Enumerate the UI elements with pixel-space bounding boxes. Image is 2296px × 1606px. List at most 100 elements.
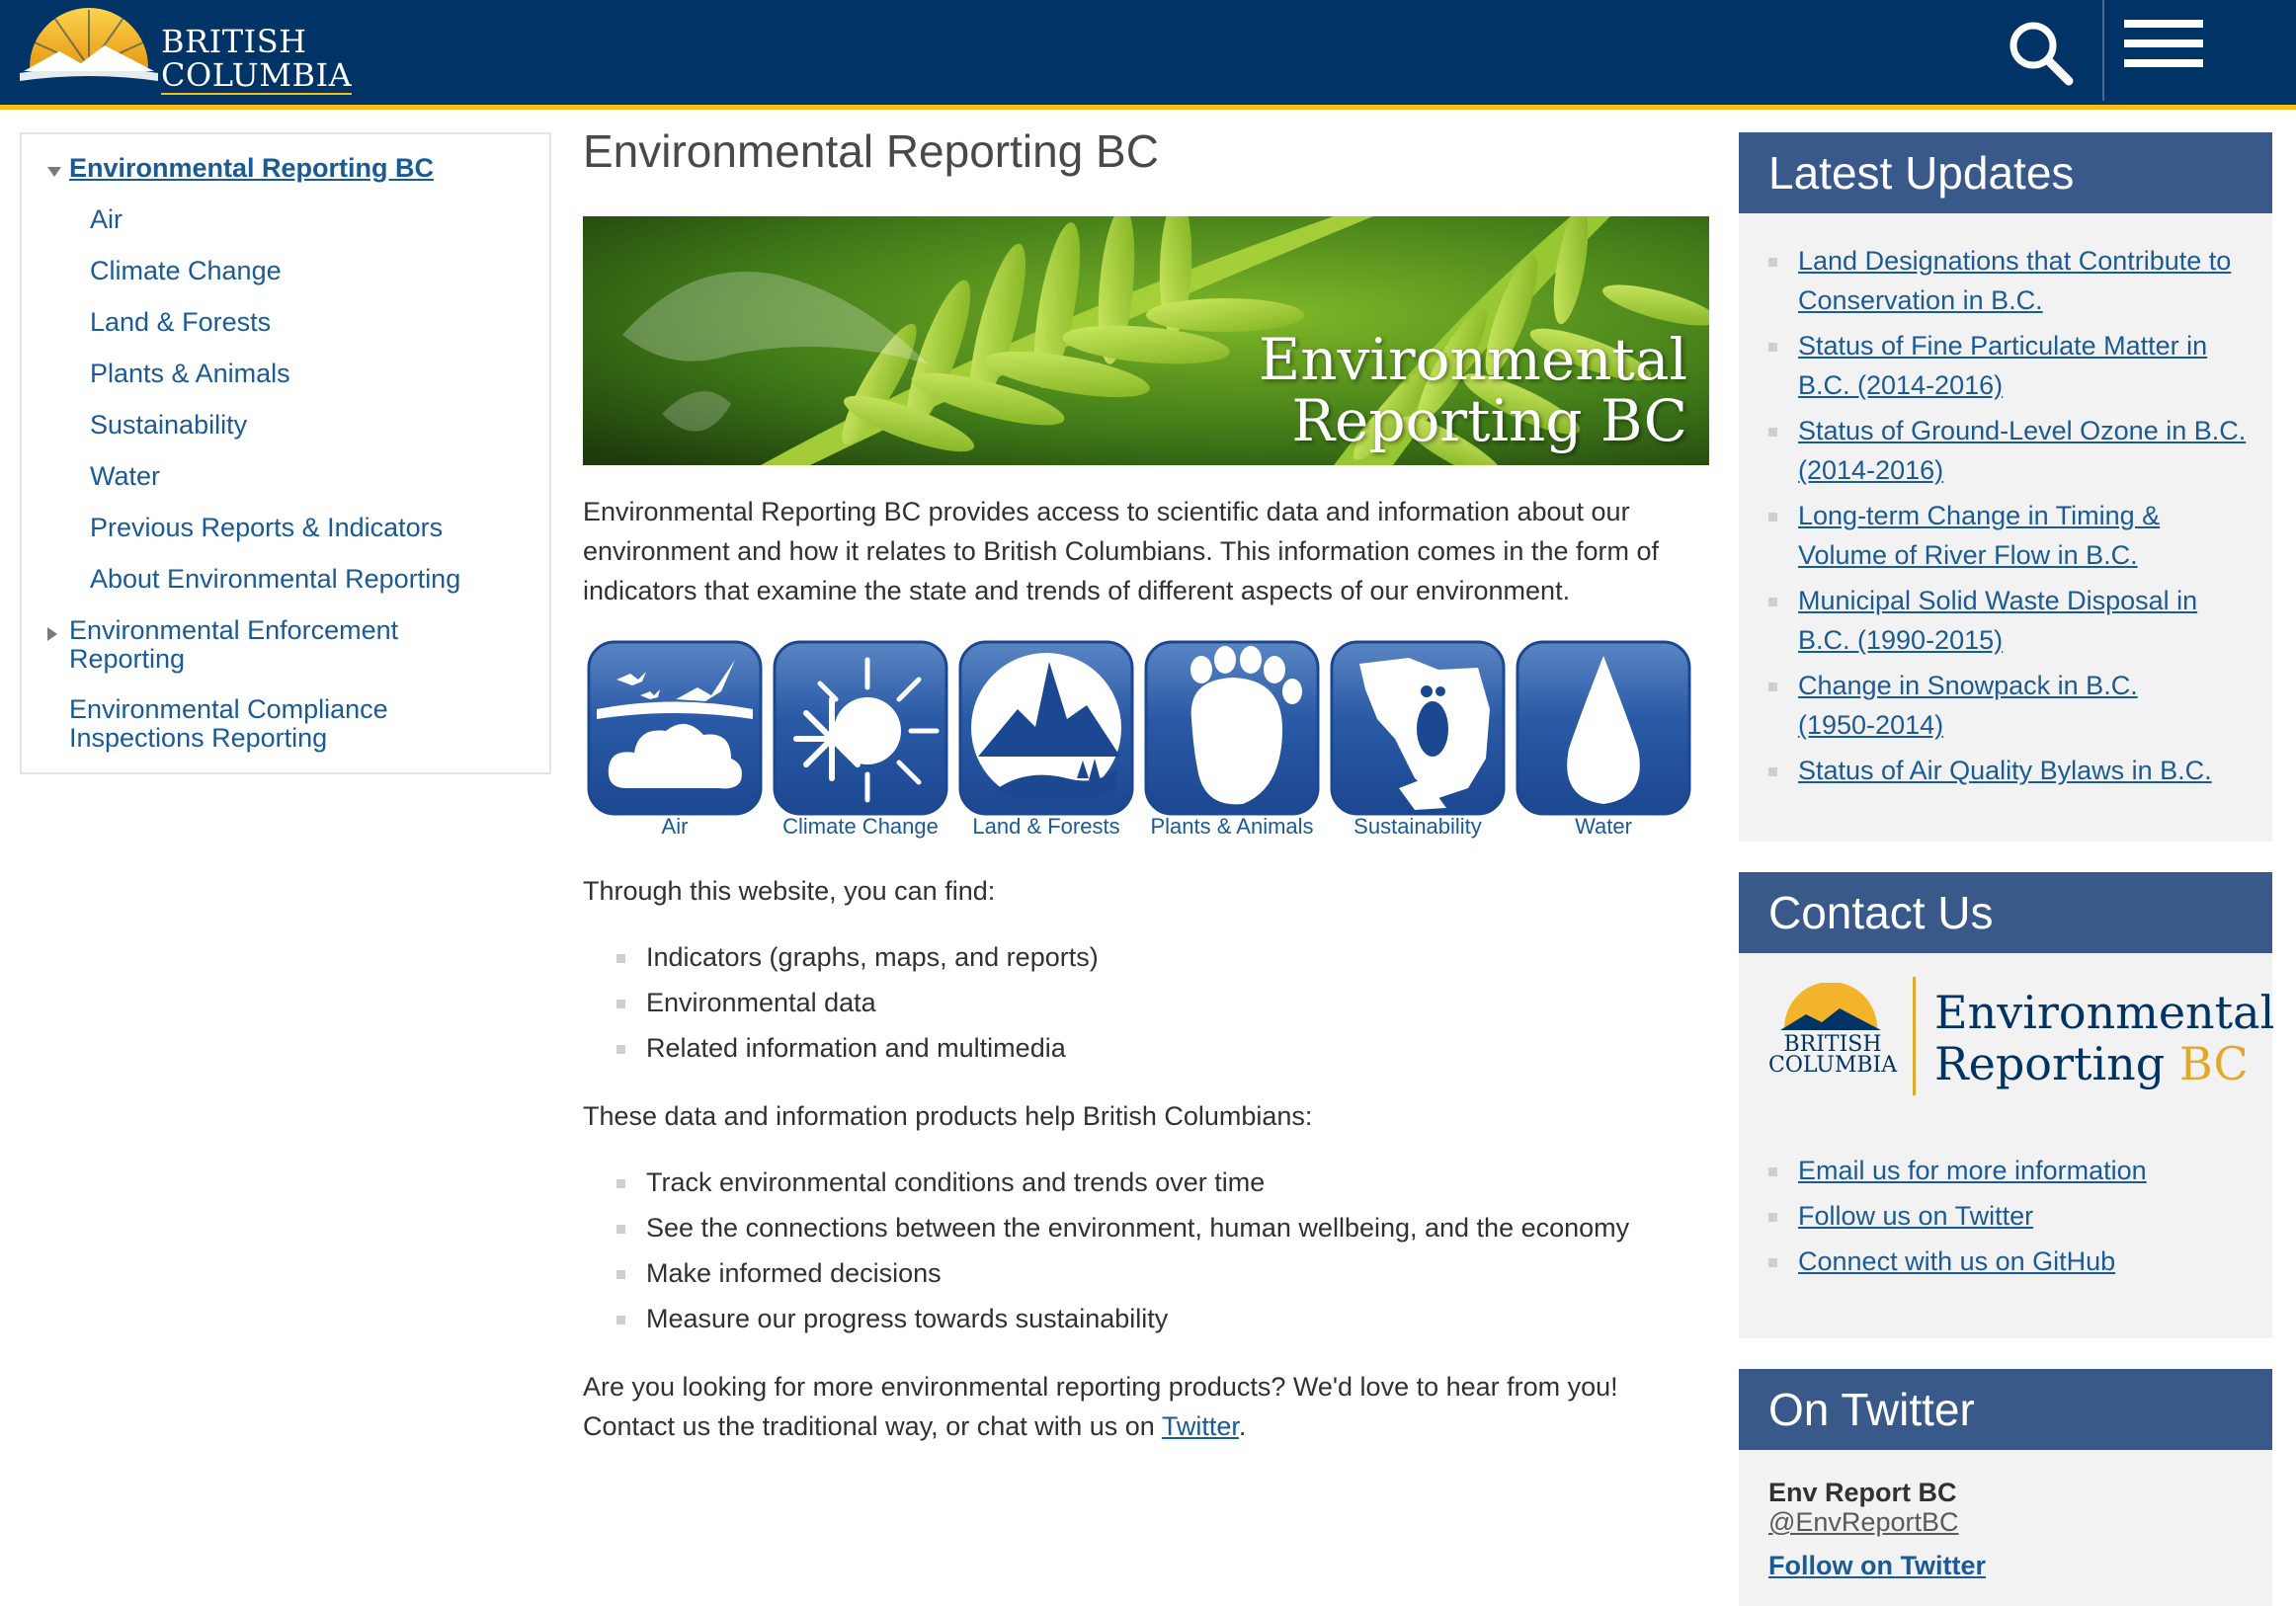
logo-line-columbia: COLUMBIA — [161, 56, 353, 95]
list-item: Measure our progress towards sustainabil… — [616, 1299, 1629, 1344]
nav-climate-change[interactable]: Climate Change — [90, 257, 282, 285]
water-drop-icon — [1516, 640, 1691, 816]
nav-sustainability[interactable]: Sustainability — [90, 411, 247, 440]
list-item: Change in Snowpack in B.C. (1950-2014) — [1739, 666, 2272, 745]
list-item: Land Designations that Contribute to Cons… — [1739, 241, 2272, 320]
update-link[interactable]: Land Designations that Contribute to Cons… — [1798, 246, 2231, 315]
closing-paragraph: Are you looking for more environmental r… — [583, 1367, 1618, 1446]
nav-air[interactable]: Air — [90, 205, 123, 234]
banner-title: Environmental Reporting BC — [1259, 329, 1687, 451]
nav-about[interactable]: About Environmental Reporting — [90, 565, 460, 594]
topic-air[interactable]: Air — [587, 640, 763, 847]
latest-updates-list: Land Designations that Contribute to Cons… — [1739, 241, 2272, 790]
follow-on-twitter-link[interactable]: Follow on Twitter — [1768, 1551, 1986, 1580]
update-link[interactable]: Status of Ground-Level Ozone in B.C. (201… — [1798, 416, 2246, 485]
closing-line-1: Are you looking for more environmental r… — [583, 1372, 1618, 1402]
search-button[interactable] — [2006, 18, 2077, 89]
topic-air-label: Air — [661, 814, 689, 839]
list-item: Environmental data — [616, 983, 1099, 1028]
bc-gov-logo[interactable]: BRITISH COLUMBIA — [20, 8, 353, 95]
nav-plants-animals[interactable]: Plants & Animals — [90, 360, 290, 388]
intro-line-2: environment and how it relates to Britis… — [583, 536, 1659, 566]
contact-logo-columbia: COLUMBIA — [1768, 1053, 1898, 1078]
contact-logo-bc: BC — [2178, 1037, 2249, 1090]
list-item: Track environmental conditions and trend… — [616, 1163, 1629, 1208]
side-navigation: Environmental Reporting BC Air Climate C… — [20, 132, 551, 774]
on-twitter-heading: On Twitter — [1739, 1369, 2272, 1450]
expanded-triangle-icon[interactable] — [47, 167, 61, 177]
find-list: Indicators (graphs, maps, and reports) E… — [616, 937, 1099, 1074]
header-divider — [2102, 0, 2104, 101]
nav-environmental-enforcement[interactable]: Environmental Enforcement Reporting — [69, 616, 398, 674]
nav-compliance-line1: Environmental Compliance — [69, 694, 388, 724]
list-item: Email us for more information — [1739, 1151, 2272, 1190]
update-link[interactable]: Status of Air Quality Bylaws in B.C. — [1798, 756, 2212, 785]
bc-sun-small-icon — [1780, 983, 1881, 1030]
help-intro: These data and information products help… — [583, 1101, 1313, 1131]
topic-land-forests[interactable]: Land & Forests — [958, 640, 1134, 847]
list-item: Make informed decisions — [616, 1253, 1629, 1299]
nav-environmental-compliance[interactable]: Environmental Compliance Inspections Rep… — [69, 695, 388, 753]
logo-line-british: BRITISH — [161, 23, 307, 60]
contact-us-panel: Contact Us BRITISH COLUMBIA Environmenta… — [1739, 872, 2275, 1338]
topic-sustainability[interactable]: Sustainability — [1330, 640, 1506, 847]
bear-paw-icon — [1144, 640, 1320, 816]
nav-water[interactable]: Water — [90, 462, 160, 491]
page-title: Environmental Reporting BC — [583, 125, 1159, 177]
list-item: Municipal Solid Waste Disposal in B.C. (1… — [1739, 581, 2272, 660]
topic-icon-row: Air Climate Change Land & Forests Plants… — [583, 640, 1709, 847]
email-link[interactable]: Email us for more information — [1798, 1156, 2147, 1185]
list-item: Long-term Change in Timing & Volume of Ri… — [1739, 496, 2272, 575]
closing-period: . — [1238, 1411, 1247, 1441]
list-item: Follow us on Twitter — [1739, 1196, 2272, 1236]
follow-twitter-link[interactable]: Follow us on Twitter — [1798, 1201, 2033, 1231]
topic-plants-animals[interactable]: Plants & Animals — [1144, 640, 1320, 847]
list-item: Status of Air Quality Bylaws in B.C. — [1739, 751, 2272, 790]
list-item: Status of Fine Particulate Matter in B.C.… — [1739, 326, 2272, 405]
topic-plants-animals-label: Plants & Animals — [1150, 814, 1314, 839]
topic-climate-change[interactable]: Climate Change — [773, 640, 948, 847]
collapsed-triangle-icon[interactable] — [47, 627, 57, 641]
update-link[interactable]: Long-term Change in Timing & Volume of Ri… — [1798, 501, 2160, 570]
nav-compliance-line2: Inspections Reporting — [69, 723, 328, 753]
bc-sun-logo-icon — [20, 8, 158, 81]
github-link[interactable]: Connect with us on GitHub — [1798, 1246, 2115, 1276]
nav-enforcement-line2: Reporting — [69, 644, 186, 674]
contact-links-list: Email us for more information Follow us … — [1739, 1151, 2272, 1281]
nav-enforcement-line1: Environmental Enforcement — [69, 615, 399, 645]
twitter-handle-link[interactable]: @EnvReportBC — [1768, 1507, 1958, 1537]
topic-water[interactable]: Water — [1516, 640, 1691, 847]
twitter-account-name: Env Report BC — [1768, 1478, 1957, 1507]
list-item: Related information and multimedia — [616, 1028, 1099, 1074]
bc-map-footprint-icon — [1330, 640, 1506, 816]
hero-banner: Environmental Reporting BC — [583, 216, 1709, 465]
intro-line-3: indicators that examine the state and tr… — [583, 576, 1571, 605]
latest-updates-heading: Latest Updates — [1739, 132, 2272, 213]
land-mountain-trees-icon — [958, 640, 1134, 816]
site-header: BRITISH COLUMBIA — [0, 0, 2296, 110]
hamburger-menu-icon[interactable] — [2124, 20, 2203, 83]
list-item: Indicators (graphs, maps, and reports) — [616, 937, 1099, 983]
on-twitter-panel: On Twitter Env Report BC @EnvReportBC Fo… — [1739, 1369, 2272, 1606]
topic-land-forests-label: Land & Forests — [972, 814, 1120, 839]
nav-previous-reports[interactable]: Previous Reports & Indicators — [90, 514, 443, 542]
find-intro: Through this website, you can find: — [583, 876, 996, 906]
contact-logo-reporting: Reporting — [1934, 1037, 2166, 1090]
nav-environmental-reporting-bc[interactable]: Environmental Reporting BC — [69, 154, 434, 183]
help-list: Track environmental conditions and trend… — [616, 1163, 1629, 1344]
update-link[interactable]: Status of Fine Particulate Matter in B.C.… — [1798, 331, 2207, 400]
update-link[interactable]: Municipal Solid Waste Disposal in B.C. (1… — [1798, 586, 2197, 655]
climate-snowflake-sun-icon — [773, 640, 948, 816]
list-item: Connect with us on GitHub — [1739, 1242, 2272, 1281]
intro-line-1: Environmental Reporting BC provides acce… — [583, 497, 1630, 526]
twitter-link[interactable]: Twitter — [1162, 1411, 1239, 1441]
update-link[interactable]: Change in Snowpack in B.C. (1950-2014) — [1798, 671, 2138, 740]
logo-divider — [1913, 977, 1916, 1095]
topic-climate-change-label: Climate Change — [782, 814, 939, 839]
closing-line-2: Contact us the traditional way, or chat … — [583, 1411, 1162, 1441]
air-cloud-birds-icon — [587, 640, 763, 816]
search-icon — [2009, 22, 2074, 86]
list-item: See the connections between the environm… — [616, 1208, 1629, 1253]
nav-land-forests[interactable]: Land & Forests — [90, 308, 271, 337]
contact-logo-environmental: Environmental — [1934, 986, 2275, 1039]
